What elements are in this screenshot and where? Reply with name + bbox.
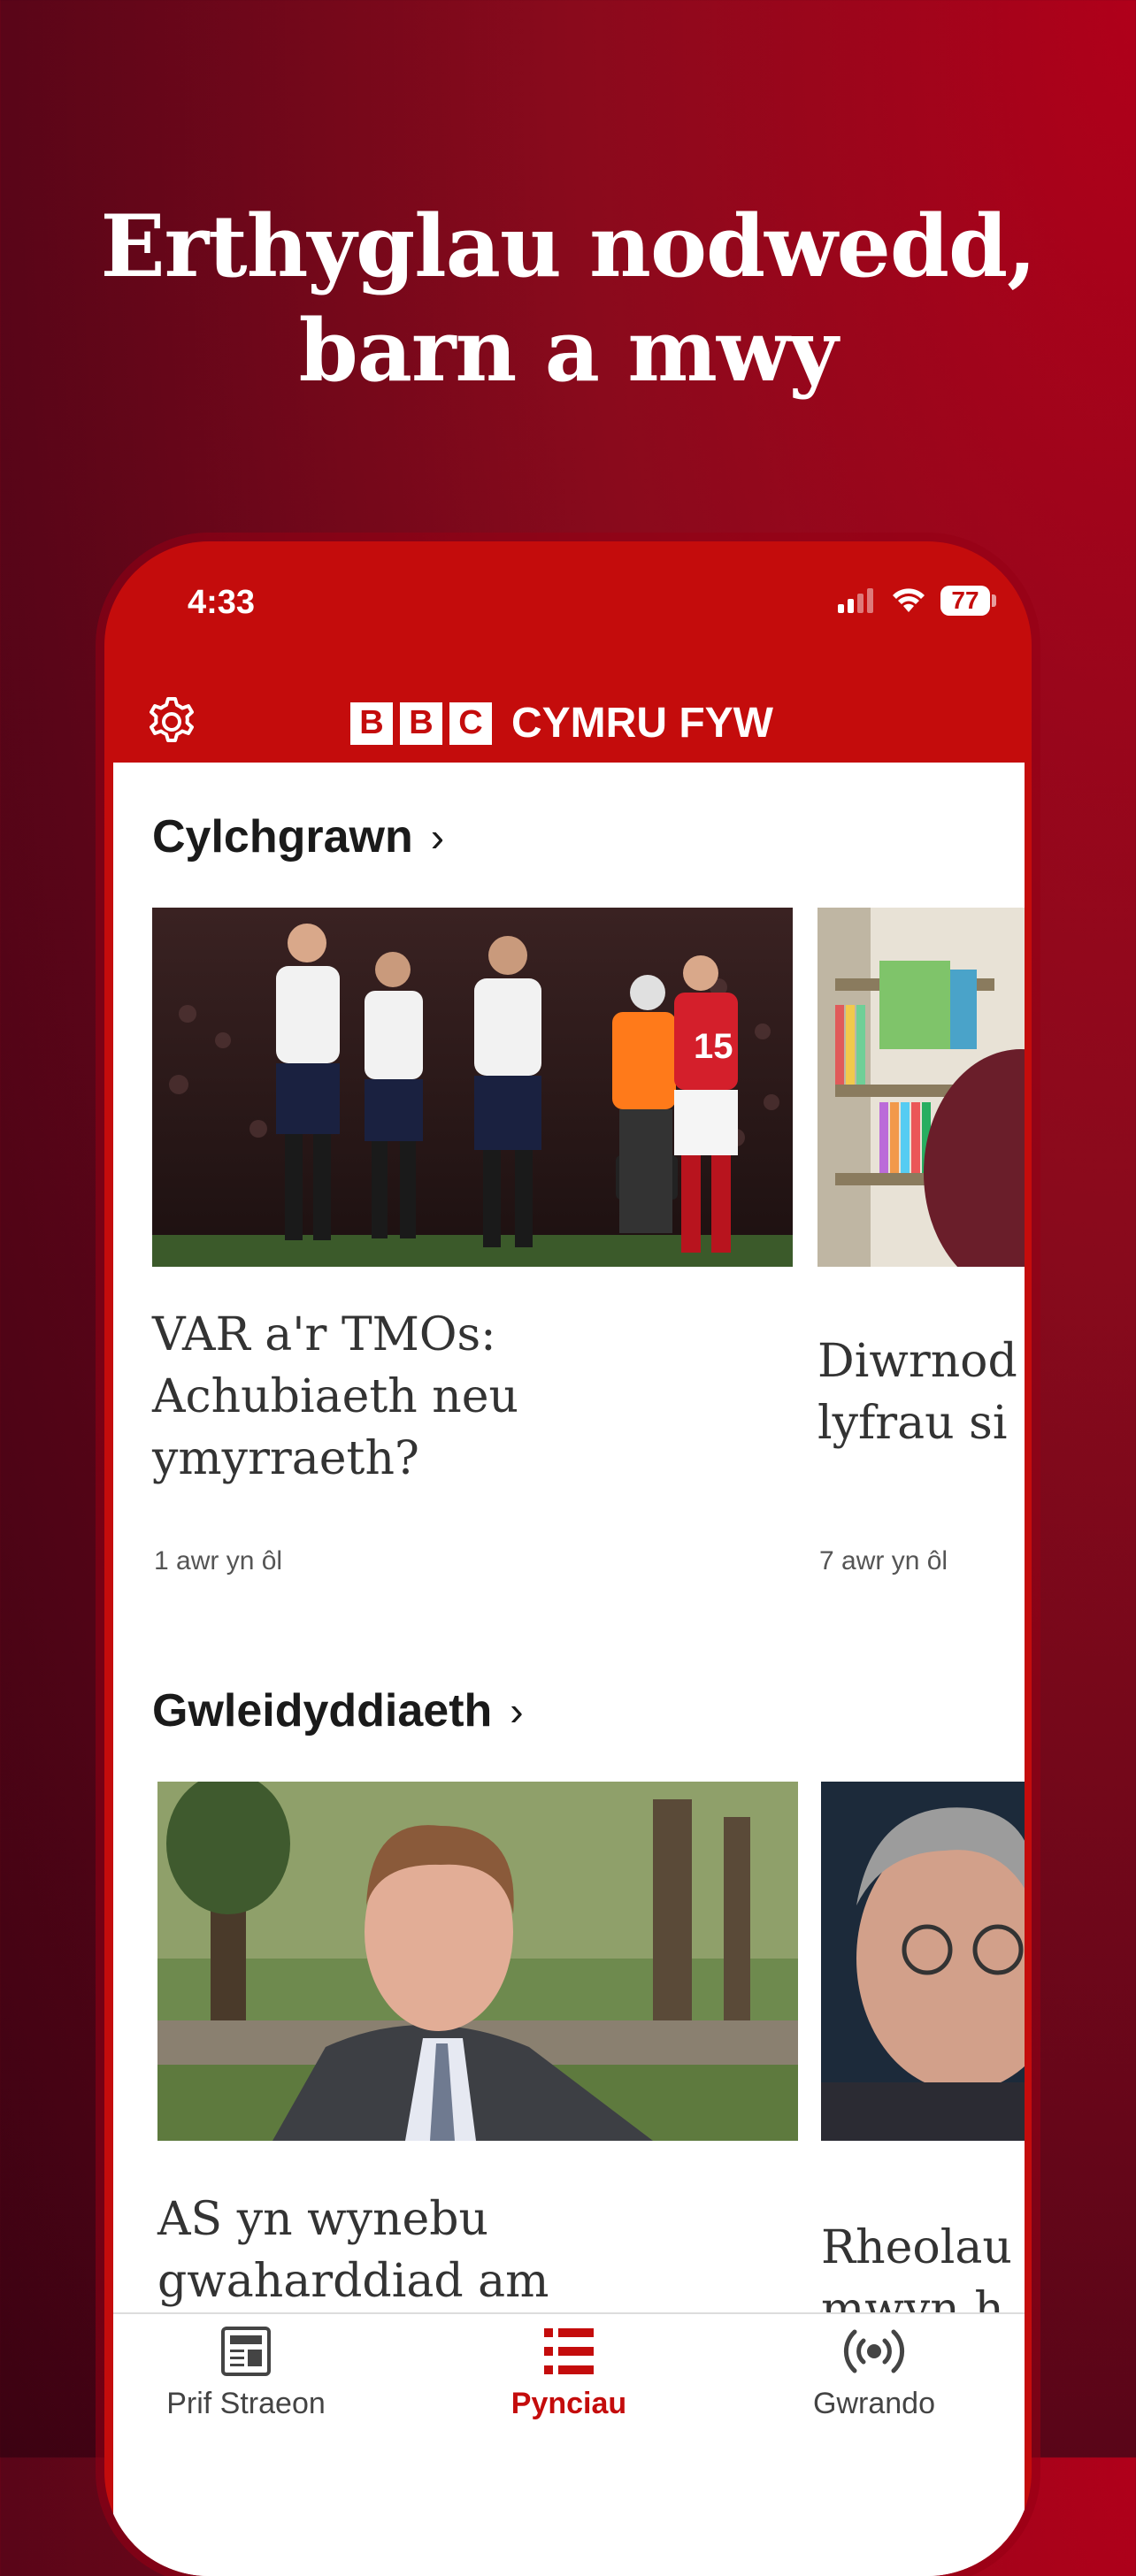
article-title-diwrnod[interactable]: Diwrnod lyfrau si	[817, 1330, 1025, 1454]
gear-icon[interactable]	[143, 694, 200, 750]
section-title: Cylchgrawn	[152, 811, 413, 862]
bottom-tab-bar: Prif Straeon Pynciau Gwrando	[113, 2312, 1025, 2576]
tab-label: Pynciau	[510, 2387, 627, 2420]
promo-line-2: barn a mwy	[298, 301, 839, 401]
broadcast-icon	[843, 2329, 905, 2373]
article-image-diwrnod-llyfrau[interactable]	[817, 908, 1025, 1267]
article-image-var-tmos[interactable]: 15	[152, 908, 793, 1267]
article-timestamp: 1 awr yn ôl	[154, 1546, 283, 1576]
tab-prif-straeon[interactable]: Prif Straeon	[113, 2323, 379, 2421]
article-image-rheolau[interactable]	[821, 1782, 1025, 2141]
chevron-right-icon: ›	[430, 814, 445, 860]
status-time: 4:33	[188, 584, 256, 621]
promo-headline: Erthyglau nodwedd, barn a mwy	[0, 195, 1136, 403]
title-line: AS yn wynebu	[157, 2193, 489, 2246]
tab-label: Prif Straeon	[166, 2387, 326, 2420]
svg-text:15: 15	[694, 1027, 733, 1066]
section-header-cylchgrawn[interactable]: Cylchgrawn ›	[152, 810, 444, 863]
title-line: Diwrnod	[817, 1335, 1017, 1388]
bbc-cymru-fyw-logo: B B C CYMRU FYW	[350, 699, 773, 748]
phone-frame: 4:33 77 B B C CYMRU FYW Cylchgrawn › 15 …	[104, 541, 1032, 2576]
bbc-logo-letter: B	[400, 702, 442, 745]
title-line: gwaharddiad am	[157, 2255, 549, 2308]
bbc-logo-letter: C	[449, 702, 492, 745]
article-image-as-gwaharddiad[interactable]	[157, 1782, 798, 2141]
tab-gwrando[interactable]: Gwrando	[741, 2323, 1007, 2421]
title-line: Rheolau	[821, 2221, 1012, 2274]
status-icons: 77	[838, 586, 996, 616]
section-title: Gwleidyddiaeth	[152, 1685, 493, 1736]
tab-pynciau[interactable]: Pynciau	[436, 2323, 702, 2421]
title-line: Achubiaeth neu	[152, 1370, 519, 1423]
battery-indicator: 77	[940, 586, 990, 616]
signal-icon	[838, 588, 873, 613]
wifi-icon	[893, 588, 925, 612]
article-timestamp: 7 awr yn ôl	[819, 1546, 948, 1576]
article-title-var-tmos[interactable]: VAR a'r TMOs: Achubiaeth neu ymyrraeth?	[152, 1304, 807, 1490]
promo-line-1: Erthyglau nodwedd,	[100, 196, 1036, 296]
title-line: lyfrau si	[817, 1397, 1008, 1450]
chevron-right-icon: ›	[510, 1688, 524, 1734]
brand-name: CYMRU FYW	[511, 700, 773, 747]
bbc-logo-letter: B	[350, 702, 393, 745]
article-title-as-wynebu[interactable]: AS yn wynebu gwaharddiad am	[157, 2189, 812, 2312]
tab-label: Gwrando	[813, 2387, 935, 2420]
newspaper-icon	[221, 2327, 271, 2376]
section-header-gwleidyddiaeth[interactable]: Gwleidyddiaeth ›	[152, 1684, 524, 1737]
app-bar: B B C CYMRU FYW	[104, 674, 1032, 773]
title-line: ymyrraeth?	[152, 1432, 419, 1485]
topics-feed[interactable]: Cylchgrawn › 15 VAR a'r TMOs: Achubiaeth…	[113, 763, 1025, 2576]
list-icon	[544, 2328, 594, 2374]
battery-tip	[992, 594, 996, 607]
title-line: VAR a'r TMOs:	[152, 1308, 496, 1361]
